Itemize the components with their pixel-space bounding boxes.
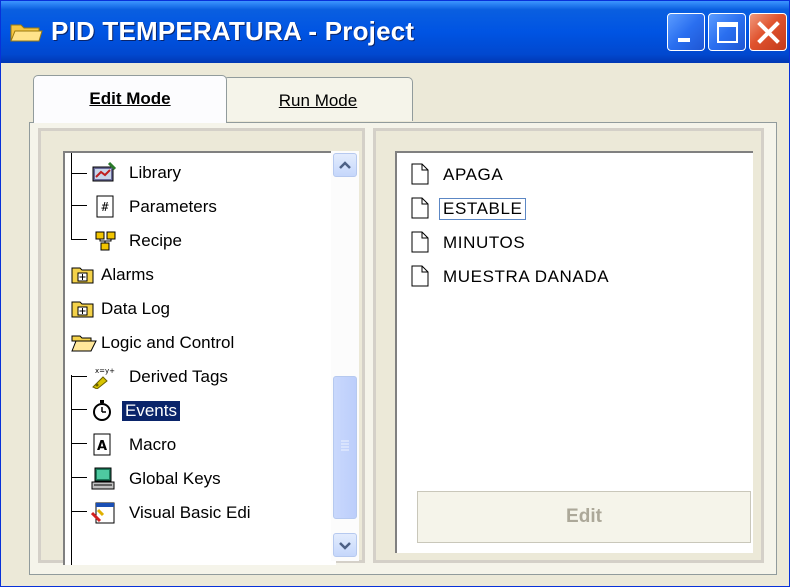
tree-item-label: Library [129,163,181,182]
events-list[interactable]: APAGA ESTABLE MINUTOS MUESTRA DANADA Edi… [395,151,753,553]
list-item-label: ESTABLE [438,198,527,220]
derived-tags-icon: x=y+ [92,367,115,389]
list-item[interactable]: APAGA [411,161,711,189]
macro-icon: A [93,433,111,456]
library-icon [92,161,117,182]
folder-icon [10,24,43,42]
tree-item-events[interactable]: Events [91,397,291,425]
list-item-label: MUESTRA DANADA [443,267,610,286]
window-title: PID TEMPERATURA - Project [51,16,415,46]
tab-run-mode-label: Run Mode [278,91,358,110]
folder-plus-icon [71,301,94,318]
tab-container: Edit Mode Run Mode Library # Parameters … [1,63,789,587]
edit-mode-panel: Library # Parameters Recipe Alarms Data … [29,122,777,575]
tab-run-mode[interactable]: Run Mode [223,77,413,121]
document-icon [411,197,429,219]
tree-item-label: Macro [129,435,177,454]
edit-button[interactable]: Edit [417,491,751,543]
project-window: PID TEMPERATURA - Project Edit Mode Run … [0,0,790,587]
document-icon [411,265,429,287]
tree-item-label: Alarms [101,265,154,284]
tree-item-label: Global Keys [129,469,221,488]
parameters-icon: # [96,195,114,218]
tree-item-label: Recipe [129,231,182,250]
global-keys-icon [91,467,115,490]
chevron-down-icon [339,542,351,550]
maximize-icon [717,22,738,43]
svg-text:A: A [97,439,107,454]
tree-item-derived-tags[interactable]: x=y+ Derived Tags [91,363,311,391]
maximize-button[interactable] [708,13,746,51]
scroll-up-button[interactable] [333,153,357,177]
tree-item-label: Parameters [129,197,217,216]
tree-item-global-keys[interactable]: Global Keys [91,465,311,493]
document-icon [411,163,429,185]
tree-item-label: Derived Tags [129,367,228,386]
tree-item-recipe[interactable]: Recipe [91,227,291,255]
stopwatch-icon [93,400,111,421]
grip-icon [341,440,349,451]
tab-edit-mode-label: Edit Mode [89,89,171,108]
scroll-down-button[interactable] [333,533,357,557]
list-item[interactable]: MUESTRA DANADA [411,263,731,291]
chevron-up-icon [339,161,351,169]
close-button[interactable] [749,13,787,51]
tree-item-macro[interactable]: A Macro [91,431,291,459]
project-tree[interactable]: Library # Parameters Recipe Alarms Data … [63,151,336,565]
list-item[interactable]: MINUTOS [411,229,711,257]
tree-item-data-log[interactable]: Data Log [71,295,271,323]
tree-item-label: Events [121,400,181,422]
minimize-icon [678,38,690,42]
tree-item-label: Visual Basic Edi [129,503,251,522]
tree-item-logic-and-control[interactable]: Logic and Control [71,329,291,357]
tree-item-label: Logic and Control [101,333,235,352]
document-icon [411,231,429,253]
svg-text:#: # [101,200,109,214]
tree-item-parameters[interactable]: # Parameters [91,193,291,221]
svg-text:x=y+: x=y+ [95,367,115,375]
folder-plus-icon [71,267,94,284]
project-tree-pane: Library # Parameters Recipe Alarms Data … [38,128,365,565]
list-item[interactable]: ESTABLE [411,195,711,223]
tree-scrollbar[interactable] [331,151,359,561]
tree-item-alarms[interactable]: Alarms [71,261,271,289]
close-icon [757,21,780,44]
list-item-label: APAGA [443,165,504,184]
title-bar[interactable]: PID TEMPERATURA - Project [1,1,789,63]
list-item-label: MINUTOS [443,233,526,252]
tab-edit-mode[interactable]: Edit Mode [33,75,227,123]
events-list-pane: APAGA ESTABLE MINUTOS MUESTRA DANADA Edi… [373,128,764,563]
tree-item-library[interactable]: Library [91,159,291,187]
recipe-icon [95,231,116,251]
scroll-thumb[interactable] [333,376,357,519]
tree-item-label: Data Log [101,299,170,318]
visual-basic-icon [91,502,115,524]
tree-item-visual-basic-editor[interactable]: Visual Basic Edi [91,499,331,527]
minimize-button[interactable] [667,13,705,51]
folder-open-icon [71,335,97,352]
